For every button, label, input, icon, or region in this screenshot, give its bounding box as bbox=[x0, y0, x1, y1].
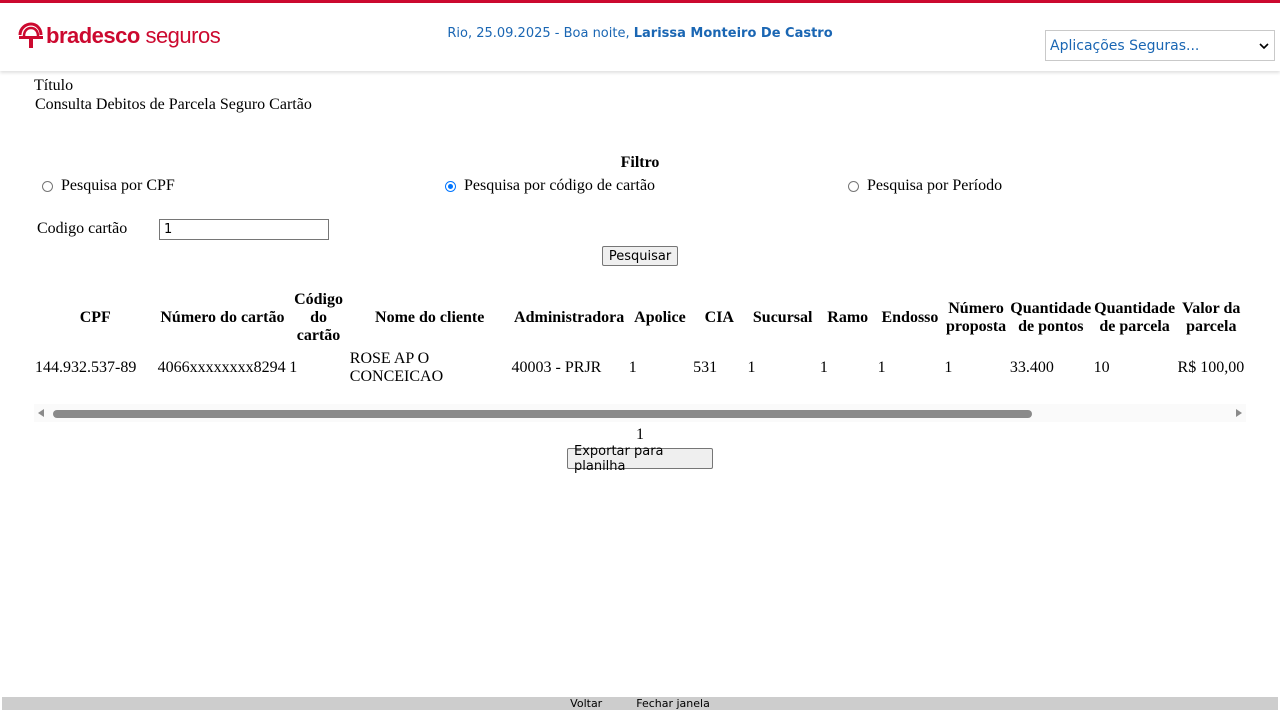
table-header-row: CPF Número do cartão Código do cartão No… bbox=[34, 288, 1246, 348]
cell-sucursal: 1 bbox=[747, 359, 756, 376]
pager-current-page[interactable]: 1 bbox=[0, 426, 1280, 444]
results-table-wrapper: CPF Número do cartão Código do cartão No… bbox=[34, 288, 1246, 394]
search-button[interactable]: Pesquisar bbox=[602, 246, 678, 266]
cell-administradora: 40003 - PRJR bbox=[511, 359, 602, 376]
col-endosso: Endosso bbox=[881, 309, 939, 326]
results-table: CPF Número do cartão Código do cartão No… bbox=[34, 288, 1246, 388]
col-apolice: Apolice bbox=[634, 309, 686, 326]
chevron-down-icon bbox=[1259, 42, 1269, 49]
col-administradora: Administradora bbox=[514, 309, 625, 326]
cell-numero-proposta: 1 bbox=[944, 359, 953, 376]
radio-periodo-label: Pesquisa por Período bbox=[867, 177, 1003, 194]
col-quantidade-parcela: Quantidade de parcela bbox=[1094, 300, 1176, 335]
col-cia: CIA bbox=[704, 309, 734, 326]
radio-codigo-cartao[interactable]: Pesquisa por código de cartão bbox=[445, 177, 655, 195]
filter-heading: Filtro bbox=[620, 154, 660, 171]
cell-endosso: 1 bbox=[877, 359, 886, 376]
cell-quantidade-pontos: 33.400 bbox=[1009, 359, 1054, 376]
header: bradesco seguros Rio, 25.09.2025 - Boa n… bbox=[0, 3, 1280, 71]
table-row: 144.932.537-89 4066xxxxxxxx8294 1 ROSE A… bbox=[34, 348, 1246, 388]
col-numero-cartao: Número do cartão bbox=[160, 309, 285, 326]
radio-cpf-button[interactable] bbox=[42, 180, 53, 192]
export-button[interactable]: Exportar para planilha bbox=[567, 444, 713, 474]
radio-cpf[interactable]: Pesquisa por CPF bbox=[42, 177, 175, 195]
greeting-date: Rio, 25.09.2025 - Boa noite, bbox=[447, 26, 634, 41]
cell-quantidade-parcela: 10 bbox=[1093, 359, 1110, 376]
back-link[interactable]: Voltar bbox=[570, 697, 602, 710]
close-window-link[interactable]: Fechar janela bbox=[636, 697, 710, 710]
col-sucursal: Sucursal bbox=[752, 309, 813, 326]
cell-codigo-cartao: 1 bbox=[289, 359, 298, 376]
title-image: Título bbox=[34, 77, 73, 95]
apps-select-value: Aplicações Seguras... bbox=[1050, 37, 1200, 54]
col-numero-proposta: Número proposta bbox=[946, 300, 1007, 335]
radio-codigo-cartao-label: Pesquisa por código de cartão bbox=[464, 177, 656, 194]
radio-periodo[interactable]: Pesquisa por Período bbox=[848, 177, 1002, 195]
col-valor-parcela: Valor da parcela bbox=[1182, 300, 1241, 335]
col-nome-cliente: Nome do cliente bbox=[375, 309, 485, 326]
col-codigo-cartao: Código do cartão bbox=[294, 291, 343, 344]
cell-cia: 531 bbox=[693, 359, 718, 376]
apps-select[interactable]: Aplicações Seguras... bbox=[1045, 30, 1275, 61]
page-title: Consulta Debitos de Parcela Seguro Cartã… bbox=[35, 96, 312, 113]
col-ramo: Ramo bbox=[827, 309, 869, 326]
cell-valor-parcela: R$ 100,00 bbox=[1177, 359, 1245, 376]
radio-codigo-cartao-button[interactable] bbox=[445, 180, 456, 192]
user-name: Larissa Monteiro De Castro bbox=[633, 26, 833, 41]
footer-bar: Voltar Fechar janela bbox=[2, 697, 1278, 710]
cell-nome-cliente: ROSE AP O CONCEICAO bbox=[349, 350, 444, 385]
horizontal-scrollbar[interactable] bbox=[34, 404, 1246, 422]
col-cpf: CPF bbox=[79, 309, 111, 326]
radio-cpf-label: Pesquisa por CPF bbox=[61, 177, 175, 194]
cell-ramo: 1 bbox=[819, 359, 828, 376]
codigo-cartao-input[interactable] bbox=[159, 219, 329, 240]
cell-numero-cartao: 4066xxxxxxxx8294 bbox=[157, 359, 286, 376]
cell-cpf: 144.932.537-89 bbox=[35, 359, 137, 376]
title-image-alt: Título bbox=[34, 77, 74, 94]
col-quantidade-pontos: Quantidade de pontos bbox=[1010, 300, 1092, 335]
scroll-left-arrow-icon[interactable] bbox=[38, 409, 44, 417]
scroll-right-arrow-icon[interactable] bbox=[1236, 409, 1242, 417]
radio-periodo-button[interactable] bbox=[848, 180, 859, 192]
cell-apolice: 1 bbox=[628, 359, 637, 376]
scroll-thumb[interactable] bbox=[53, 410, 1032, 418]
codigo-cartao-label: Codigo cartão bbox=[37, 220, 128, 237]
